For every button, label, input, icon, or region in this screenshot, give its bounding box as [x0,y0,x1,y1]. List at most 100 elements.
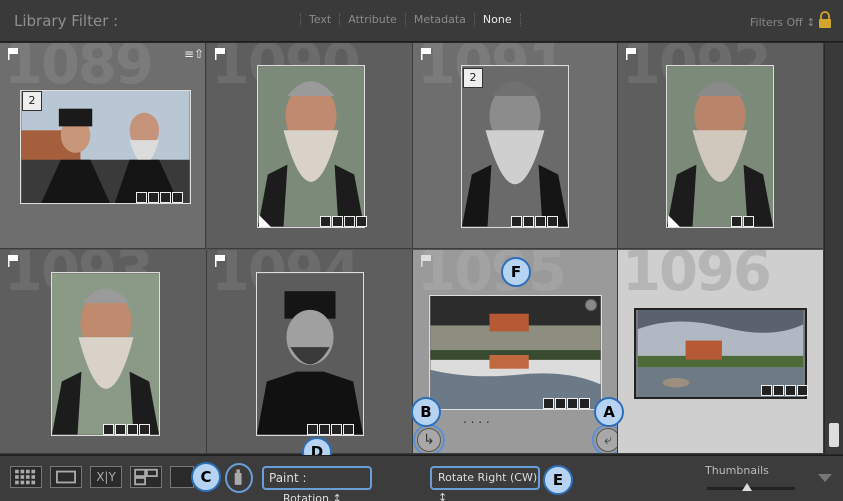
select-circle-icon[interactable] [585,299,597,311]
photo-thumbnail[interactable] [20,90,191,204]
grid-cell[interactable]: 1091 2 [413,43,618,249]
thumbnail-badges [103,424,150,435]
stack-count-badge[interactable]: 2 [463,68,483,88]
keyword-badge-icon[interactable] [320,216,331,227]
crop-badge-icon[interactable] [785,385,796,396]
edit-badge-icon[interactable] [547,216,558,227]
callout-c: C [191,462,221,492]
collection-badge-icon[interactable] [115,424,126,435]
edit-badge-icon[interactable] [743,216,754,227]
grid-cell[interactable]: 1094 [207,250,413,454]
collection-badge-icon[interactable] [332,216,343,227]
photo-thumbnail[interactable] [256,272,364,436]
photo-thumbnail[interactable] [429,295,602,410]
crop-badge-icon[interactable] [160,192,171,203]
toolbar-menu-chevron-down-icon[interactable] [818,474,832,482]
library-filter-bar: Library Filter : Text Attribute Metadata… [0,0,843,42]
paint-value: Rotation ↕ [283,492,342,501]
rotate-right-highlight [592,424,617,453]
edit-badge-icon[interactable] [579,398,590,409]
loupe-view-icon[interactable] [50,466,82,488]
scrollbar-thumb[interactable] [829,423,839,447]
photo-bearded-man [258,66,364,227]
keyword-badge-icon[interactable] [103,424,114,435]
crop-badge-icon[interactable] [127,424,138,435]
rotate-left-highlight [413,424,445,453]
painter-spray-can-icon[interactable] [225,463,253,493]
filter-tab-text[interactable]: Text [300,13,339,26]
grid-cell[interactable]: 1092 [618,43,824,249]
flag-icon[interactable] [8,255,18,267]
grid-scrollbar[interactable] [825,43,843,454]
edit-badge-icon[interactable] [343,424,354,435]
collection-badge-icon[interactable] [148,192,159,203]
crop-badge-icon[interactable] [535,216,546,227]
thumbnail-grid: 1089 ≡⇧ 2 1090 [0,43,824,454]
crop-badge-icon[interactable] [344,216,355,227]
bottom-toolbar: X|Y C Paint : Rotation ↕ Rotate Right (C… [0,455,843,501]
filter-tabs: Text Attribute Metadata None [300,13,521,26]
keyword-badge-icon[interactable] [511,216,522,227]
edit-badge-icon[interactable] [172,192,183,203]
grid-cell[interactable]: 1090 [207,43,413,249]
keyword-badge-icon[interactable] [761,385,772,396]
flag-icon[interactable] [626,48,636,60]
paint-label: Paint : [269,471,307,485]
photo-priest-bw [257,273,363,435]
edit-badge-icon[interactable] [356,216,367,227]
cell-index: 1095 [417,250,567,304]
crop-badge-icon[interactable] [567,398,578,409]
flag-icon[interactable] [421,255,431,267]
photo-thumbnail[interactable] [257,65,365,228]
callout-e: E [543,465,573,495]
lock-icon[interactable] [818,11,832,29]
compare-view-icon[interactable]: X|Y [90,466,122,488]
thumbnail-badges [136,192,183,203]
grid-cell-selected[interactable]: 1096 [618,250,824,454]
grid-view-icon[interactable] [10,466,42,488]
photo-thumbnail[interactable] [51,272,160,436]
thumbnail-badges [543,398,590,409]
grid-cell[interactable]: 1093 [0,250,207,454]
flag-icon[interactable] [8,48,18,60]
library-filter-title: Library Filter : [14,12,119,30]
photo-two-men [21,91,190,203]
survey-view-icon[interactable] [130,466,162,488]
thumbnail-badges [761,385,808,396]
flag-icon[interactable] [421,48,431,60]
photo-bearded-man-bw [462,66,568,227]
photo-thumbnail[interactable] [461,65,569,228]
photo-bearded-man [667,66,773,227]
thumbnail-badges [511,216,558,227]
virtual-copy-corner-icon [259,215,271,227]
edit-badge-icon[interactable] [139,424,150,435]
virtual-copy-corner-icon [668,215,680,227]
photo-thumbnail[interactable] [666,65,774,228]
cell-index: 1089 [4,43,154,97]
keyword-badge-icon[interactable] [136,192,147,203]
collection-badge-icon[interactable] [319,424,330,435]
crop-badge-icon[interactable] [331,424,342,435]
paint-mode-select[interactable]: Paint : Rotation ↕ [262,466,372,501]
keyword-badge-icon[interactable] [307,424,318,435]
edit-badge-icon[interactable] [797,385,808,396]
collection-badge-icon[interactable] [523,216,534,227]
photo-landscape-reflection [637,310,804,397]
stack-count-badge[interactable]: 2 [22,91,42,111]
flag-icon[interactable] [215,255,225,267]
grid-cell[interactable]: 1089 ≡⇧ 2 [0,43,206,249]
crop-badge-icon[interactable] [731,216,742,227]
thumbnail-slider-knob[interactable] [742,483,752,491]
filter-tab-metadata[interactable]: Metadata [404,13,474,26]
collection-badge-icon[interactable] [773,385,784,396]
flag-icon[interactable] [215,48,225,60]
thumbnail-badges [307,424,354,435]
keyword-badge-icon[interactable] [543,398,554,409]
sort-order-icon[interactable]: ≡⇧ [184,47,204,61]
rotation-direction-select[interactable]: Rotate Right (CW) ↕ [430,466,540,501]
filters-off-dropdown[interactable]: Filters Off ↕ [750,16,815,29]
filter-tab-none[interactable]: None [473,13,521,26]
filter-tab-attribute[interactable]: Attribute [339,13,405,26]
callout-b: B [411,397,441,427]
collection-badge-icon[interactable] [555,398,566,409]
